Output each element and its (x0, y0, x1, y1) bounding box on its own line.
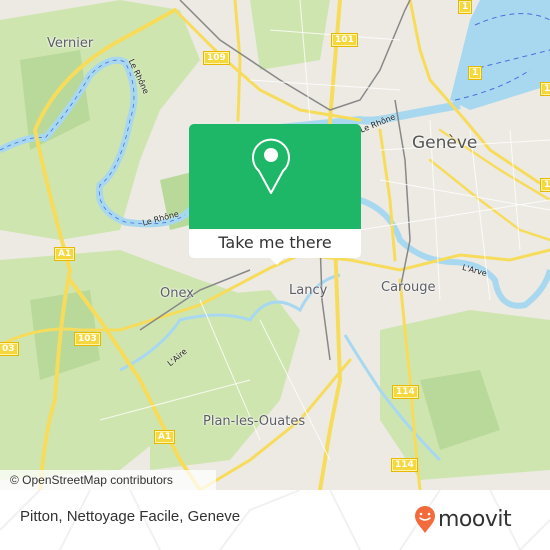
road-shield: 1 (468, 66, 483, 80)
moovit-pin-icon (415, 506, 435, 533)
brand-name: moovit (438, 507, 512, 532)
map[interactable]: Vernier Genève Onex Lancy Carouge Plan-l… (0, 0, 550, 490)
moovit-logo[interactable]: moovit (414, 506, 512, 534)
road-shield: A1 (54, 247, 76, 261)
place-label-geneve: Genève (412, 133, 478, 153)
map-attribution[interactable]: © OpenStreetMap contributors (0, 470, 216, 490)
footer: Pitton, Nettoyage Facile, Geneve moovit (0, 490, 550, 550)
location-pin-icon (252, 138, 290, 194)
place-label-lancy: Lancy (289, 283, 328, 298)
take-me-there-button[interactable]: Take me there (189, 229, 361, 258)
place-label-vernier: Vernier (47, 36, 94, 51)
road-shield: 1 (540, 82, 550, 96)
popup-pointer (269, 257, 285, 265)
road-shield: A1 (154, 430, 176, 444)
place-label-carouge: Carouge (381, 280, 436, 295)
road-shield: 109 (203, 51, 230, 65)
road-shield: 1 (540, 178, 550, 192)
road-shield: 103 (74, 332, 101, 346)
road-shield: 114 (392, 385, 419, 399)
road-shield: 114 (391, 458, 418, 472)
place-name: Pitton, Nettoyage Facile, Geneve (20, 508, 241, 525)
lake (450, 0, 550, 110)
place-label-plan-les-ouates: Plan-les-Ouates (203, 414, 306, 429)
road-shield: 03 (0, 342, 19, 356)
place-label-onex: Onex (160, 286, 194, 301)
road-shield: 1 (458, 0, 473, 14)
road-shield: 101 (331, 33, 358, 47)
location-popup[interactable]: Take me there (189, 124, 361, 265)
popup-header[interactable] (189, 124, 361, 229)
